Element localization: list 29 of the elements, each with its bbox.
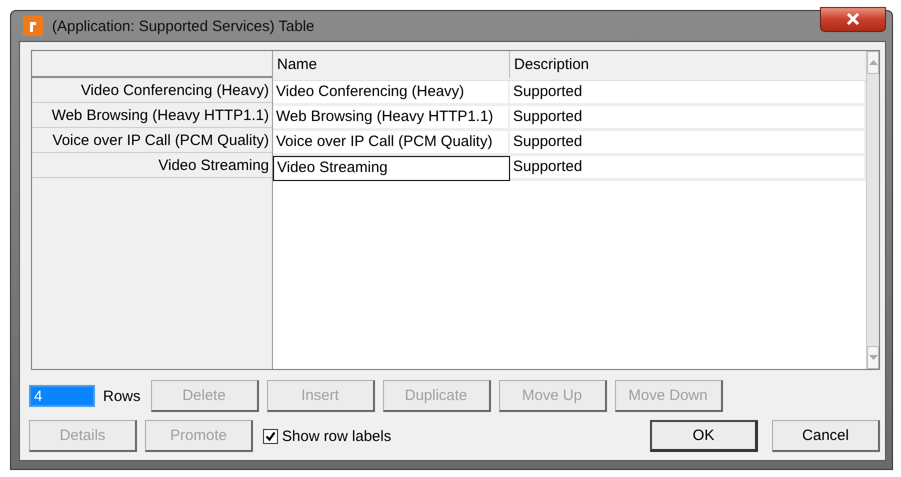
table-cell[interactable]: Supported xyxy=(510,106,866,131)
scroll-up-button[interactable] xyxy=(867,51,879,74)
vertical-scrollbar[interactable] xyxy=(866,51,879,369)
table-cell[interactable]: Video Streaming xyxy=(273,156,510,181)
rows-field[interactable]: 4 xyxy=(29,385,95,407)
show-row-labels-checkbox[interactable] xyxy=(263,428,278,444)
scroll-down-button[interactable] xyxy=(867,346,879,369)
row-label[interactable]: Voice over IP Call (PCM Quality) xyxy=(32,128,272,153)
up-arrow-icon xyxy=(868,60,878,65)
app-icon xyxy=(23,16,43,36)
table-cell[interactable]: Supported xyxy=(510,81,866,106)
close-button[interactable] xyxy=(820,6,886,32)
row-label[interactable]: Video Streaming xyxy=(32,153,272,178)
rows-label: Rows xyxy=(103,388,141,404)
column-header[interactable]: Description xyxy=(510,51,866,78)
dialog-button[interactable]: OK xyxy=(650,420,758,452)
checkbox-label[interactable]: Show row labels xyxy=(282,428,392,444)
row-label[interactable]: Video Conferencing (Heavy) xyxy=(32,78,272,103)
table-cell[interactable]: Supported xyxy=(510,156,866,181)
table-cell[interactable]: Web Browsing (Heavy HTTP1.1) xyxy=(273,106,510,131)
down-arrow-icon xyxy=(868,355,878,360)
dialog-button[interactable]: Cancel xyxy=(772,420,880,452)
table-cell[interactable]: Supported xyxy=(510,131,866,156)
close-icon xyxy=(846,13,860,25)
table-cell[interactable]: Voice over IP Call (PCM Quality) xyxy=(273,131,510,156)
window-title: (Application: Supported Services) Table xyxy=(52,18,316,34)
table-cell[interactable]: Video Conferencing (Heavy) xyxy=(273,81,510,106)
row-label[interactable]: Web Browsing (Heavy HTTP1.1) xyxy=(32,103,272,128)
column-header[interactable]: Name xyxy=(273,51,510,78)
